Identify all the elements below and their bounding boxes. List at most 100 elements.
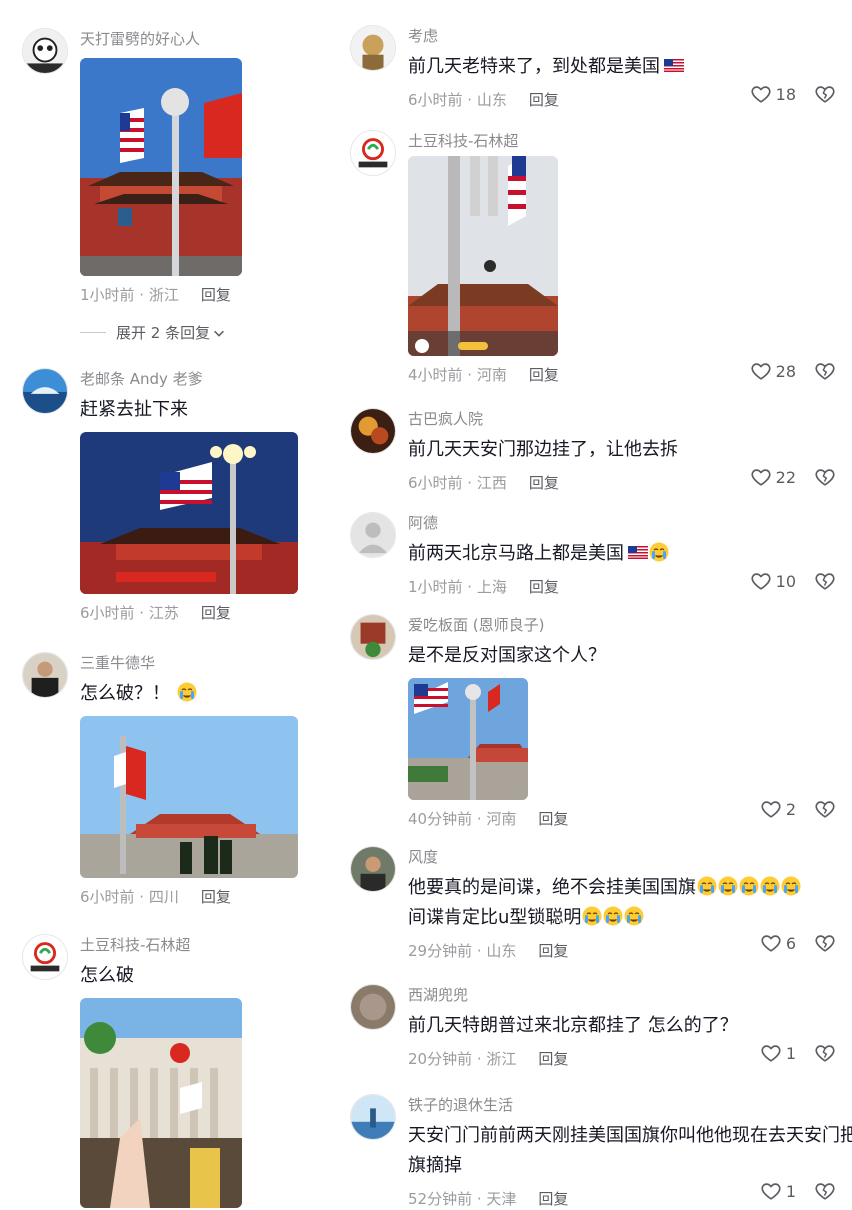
expand-replies-button[interactable]: 展开 2 条回复 [80, 322, 242, 343]
divider [80, 332, 106, 333]
comment-author[interactable]: 风度 [408, 846, 801, 868]
avatar[interactable] [350, 130, 396, 176]
avatar[interactable] [22, 934, 68, 980]
crying-emoji-icon [718, 876, 738, 896]
broken-heart-icon[interactable] [814, 83, 836, 105]
like-button[interactable]: 1 [760, 1042, 796, 1064]
comment-meta: 1小时前 · 上海 回复 [408, 576, 669, 598]
broken-heart-icon[interactable] [814, 798, 836, 820]
comment-meta: 1小时前 · 浙江 回复 [80, 284, 242, 306]
comment-meta: 6小时前 · 江苏 回复 [80, 602, 298, 624]
broken-heart-icon[interactable] [814, 932, 836, 954]
comment-text-line2: 间谍肯定比u型锁聪明 [408, 904, 801, 932]
like-button[interactable]: 18 [750, 83, 796, 105]
chevron-down-icon [214, 330, 225, 337]
comment-time: 6小时前 · 山东 [408, 91, 507, 109]
comment-author[interactable]: 铁子的退休生活 [408, 1094, 852, 1116]
comment-image[interactable] [80, 716, 298, 878]
broken-heart-icon[interactable] [814, 1180, 836, 1202]
broken-heart-icon[interactable] [814, 1042, 836, 1064]
comment-time: 6小时前 · 江西 [408, 474, 507, 492]
comment-text-line2: 旗摘掉 [408, 1155, 462, 1176]
comment-actions: 28 [750, 360, 836, 382]
reply-button[interactable]: 回复 [529, 366, 559, 384]
comment-meta: 6小时前 · 四川 回复 [80, 886, 298, 908]
avatar[interactable] [350, 984, 396, 1030]
comment-time: 6小时前 · 四川 [80, 888, 179, 906]
avatar[interactable] [350, 512, 396, 558]
comment-text-content: 他要真的是间谍，绝不会挂美国国旗 [408, 877, 696, 898]
comment-author[interactable]: 老邮条 Andy 老爹 [80, 368, 298, 390]
comment-image[interactable] [80, 432, 298, 594]
comment-image[interactable] [408, 156, 558, 356]
comment-meta: 20分钟前 · 浙江 回复 [408, 1048, 738, 1070]
comment-image[interactable] [408, 678, 528, 800]
like-button[interactable]: 6 [760, 932, 796, 954]
reply-button[interactable]: 回复 [529, 91, 559, 109]
like-count: 6 [785, 933, 796, 953]
avatar[interactable] [22, 652, 68, 698]
comment-actions: 22 [750, 466, 836, 488]
like-count: 1 [785, 1043, 796, 1063]
broken-heart-icon[interactable] [814, 466, 836, 488]
crying-emoji-icon [649, 542, 669, 562]
reply-button[interactable]: 回复 [538, 1050, 568, 1068]
comment-author[interactable]: 爱吃板面 (恩师良子) [408, 614, 606, 636]
comment-author[interactable]: 古巴疯人院 [408, 408, 678, 430]
comment-image[interactable] [80, 998, 242, 1208]
comment-text: 前几天老特来了，到处都是美国 [408, 53, 684, 81]
like-count: 28 [775, 361, 796, 381]
comment-meta: 29分钟前 · 山东 回复 [408, 940, 801, 962]
avatar[interactable] [350, 25, 396, 71]
avatar[interactable] [350, 1094, 396, 1140]
reply-button[interactable]: 回复 [538, 810, 568, 828]
broken-heart-icon[interactable] [814, 360, 836, 382]
comment-meta: 40分钟前 · 河南 回复 [408, 808, 606, 830]
like-button[interactable]: 28 [750, 360, 796, 382]
reply-button[interactable]: 回复 [538, 1190, 568, 1208]
comment-text: 前几天特朗普过来北京都挂了 怎么的了？ [408, 1015, 738, 1036]
comment-text-content: 前两天北京马路上都是美国 [408, 543, 624, 564]
comment-author[interactable]: 阿德 [408, 512, 669, 534]
comment-actions: 1 [760, 1042, 836, 1064]
reply-button[interactable]: 回复 [529, 474, 559, 492]
comment-author[interactable]: 天打雷劈的好心人 [80, 28, 242, 50]
comment-actions: 18 [750, 83, 836, 105]
comment-text: 赶紧去扯下来 [80, 399, 188, 420]
like-count: 10 [775, 571, 796, 591]
comment-meta: 6小时前 · 江西 回复 [408, 472, 678, 494]
comment-text: 前两天北京马路上都是美国 [408, 540, 669, 568]
like-button[interactable]: 2 [760, 798, 796, 820]
avatar[interactable] [350, 614, 396, 660]
comment-image[interactable] [80, 58, 242, 276]
broken-heart-icon[interactable] [814, 570, 836, 592]
comment-meta: 6小时前 · 山东 回复 [408, 89, 684, 111]
comment-time: 29分钟前 · 山东 [408, 942, 517, 960]
avatar[interactable] [22, 28, 68, 74]
comment-meta: 4小时前 · 河南 回复 [408, 364, 559, 386]
comment-time: 1小时前 · 浙江 [80, 286, 179, 304]
comment-time: 40分钟前 · 河南 [408, 810, 517, 828]
comment-author[interactable]: 西湖兜兜 [408, 984, 738, 1006]
like-button[interactable]: 22 [750, 466, 796, 488]
reply-button[interactable]: 回复 [538, 942, 568, 960]
comment-author[interactable]: 土豆科技-石林超 [80, 934, 242, 956]
comment-author[interactable]: 土豆科技-石林超 [408, 130, 559, 152]
comment-text: 怎么破 [80, 965, 134, 986]
avatar[interactable] [350, 408, 396, 454]
like-button[interactable]: 1 [760, 1180, 796, 1202]
avatar[interactable] [22, 368, 68, 414]
comment-text: 天安门门前前两天刚挂美国国旗你叫他他现在去天安门把 [408, 1125, 852, 1146]
comment-actions: 1 [760, 1180, 836, 1202]
reply-button[interactable]: 回复 [201, 604, 231, 622]
reply-button[interactable]: 回复 [201, 888, 231, 906]
comment-author[interactable]: 考虑 [408, 25, 684, 47]
avatar[interactable] [350, 846, 396, 892]
like-button[interactable]: 10 [750, 570, 796, 592]
reply-button[interactable]: 回复 [529, 578, 559, 596]
crying-emoji-icon [603, 906, 623, 926]
heart-icon [750, 466, 772, 488]
reply-button[interactable]: 回复 [201, 286, 231, 304]
comment-time: 52分钟前 · 天津 [408, 1190, 517, 1208]
comment-author[interactable]: 三重牛德华 [80, 652, 298, 674]
